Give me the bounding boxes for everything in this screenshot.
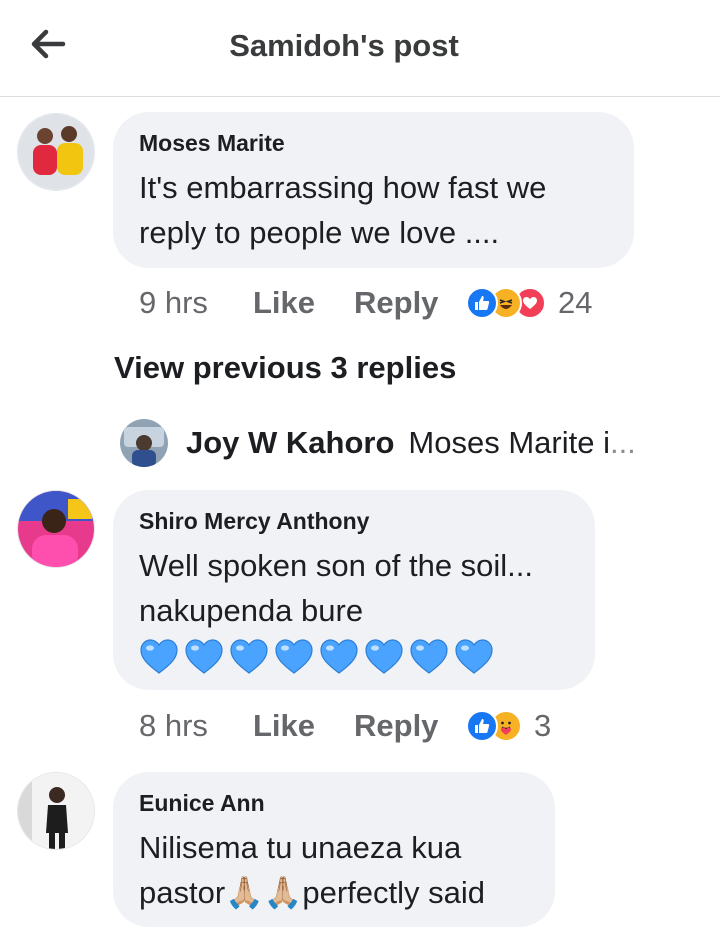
avatar[interactable] — [17, 490, 95, 568]
like-reaction-icon — [466, 287, 498, 319]
comment-text-line: Well spoken son of the soil... — [139, 548, 534, 583]
blue-heart-icon — [140, 639, 178, 674]
avatar[interactable] — [17, 113, 95, 191]
comment-meta: 8 hrs Like Reply 3 — [139, 704, 551, 748]
top-bar: Samidoh's post — [0, 0, 720, 97]
blue-heart-icon — [320, 639, 358, 674]
blue-heart-icon — [410, 639, 448, 674]
comment-text-line: pastor🙏🏼🙏🏼perfectly said — [139, 875, 485, 910]
comment-text-line: It's embarrassing how fast we — [139, 170, 547, 205]
reaction-summary[interactable] — [466, 287, 546, 319]
blue-heart-emojis — [140, 639, 493, 674]
reply-preview[interactable]: Joy W Kahoro Moses Marite i... — [120, 418, 636, 468]
blue-heart-icon — [275, 639, 313, 674]
comment-time[interactable]: 8 hrs — [139, 708, 253, 744]
reply-snippet: Moses Marite i — [408, 425, 610, 460]
comment-text-line: nakupenda bure — [139, 593, 364, 628]
comment-meta: 9 hrs Like Reply 24 — [139, 281, 592, 325]
avatar[interactable] — [17, 772, 95, 850]
like-reaction-icon — [466, 710, 498, 742]
comment-bubble: Eunice Ann Nilisema tu unaeza kua pastor… — [113, 772, 555, 927]
comment-author[interactable]: Moses Marite — [139, 130, 608, 157]
avatar-image — [18, 491, 94, 567]
avatar-image — [18, 114, 94, 190]
avatar[interactable] — [120, 419, 168, 467]
heart-emoji-row — [139, 635, 569, 677]
reply-button[interactable]: Reply — [354, 285, 466, 321]
reaction-summary[interactable] — [466, 710, 522, 742]
page-title: Samidoh's post — [229, 28, 459, 63]
blue-heart-icon — [455, 639, 493, 674]
comment-bubble: Moses Marite It's embarrassing how fast … — [113, 112, 634, 268]
reaction-count[interactable]: 3 — [534, 708, 551, 744]
comment-author[interactable]: Eunice Ann — [139, 790, 529, 817]
reply-button[interactable]: Reply — [354, 708, 466, 744]
like-button[interactable]: Like — [253, 708, 354, 744]
comment-text-line: Nilisema tu unaeza kua — [139, 830, 462, 865]
reply-author[interactable]: Joy W Kahoro — [186, 425, 394, 461]
blue-heart-icon — [185, 639, 223, 674]
like-button[interactable]: Like — [253, 285, 354, 321]
avatar-image — [18, 773, 94, 849]
view-previous-replies-link[interactable]: View previous 3 replies — [114, 350, 456, 386]
blue-heart-icon — [230, 639, 268, 674]
comment-time[interactable]: 9 hrs — [139, 285, 253, 321]
comment-text-line: reply to people we love .... — [139, 215, 500, 250]
blue-heart-icon — [365, 639, 403, 674]
comment-author[interactable]: Shiro Mercy Anthony — [139, 508, 569, 535]
avatar-image — [120, 419, 168, 467]
reaction-count[interactable]: 24 — [558, 285, 592, 321]
reply-ellipsis: ... — [609, 425, 636, 460]
comment-bubble: Shiro Mercy Anthony Well spoken son of t… — [113, 490, 595, 690]
